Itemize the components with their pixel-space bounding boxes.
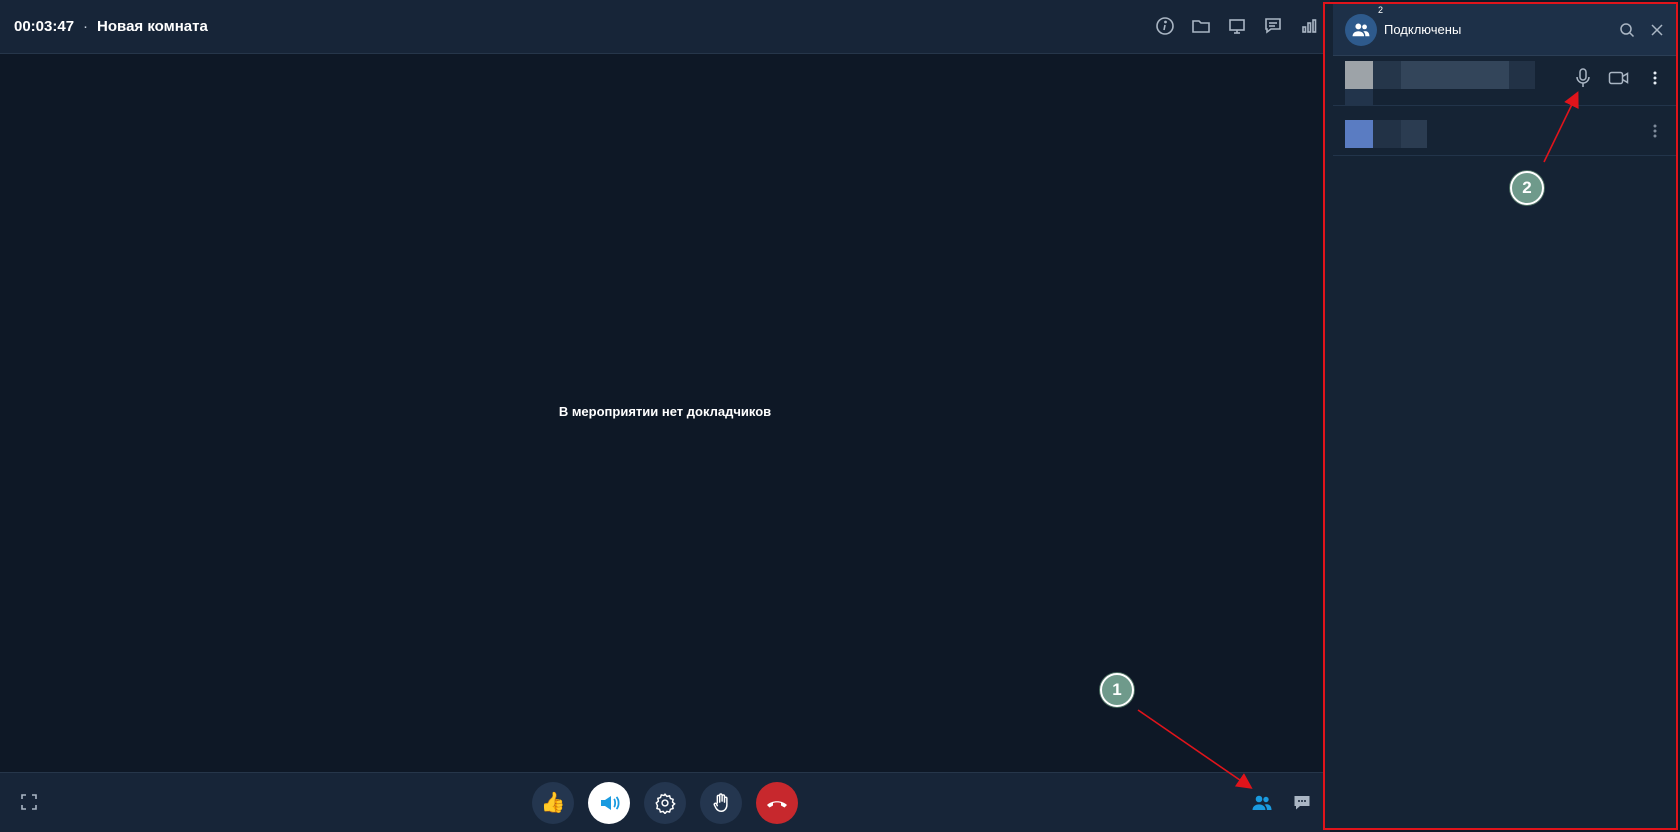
participants-icon[interactable]: 2 bbox=[1345, 5, 1383, 46]
panel-header-actions bbox=[1618, 21, 1666, 39]
room-name: Новая комната bbox=[97, 18, 208, 35]
bottom-bar: 👍 bbox=[0, 772, 1330, 832]
participant-row[interactable] bbox=[1333, 107, 1676, 156]
speaker-icon bbox=[601, 796, 620, 810]
redaction-block bbox=[1345, 89, 1373, 105]
like-button[interactable]: 👍 bbox=[532, 782, 574, 824]
callout-marker-2: 2 bbox=[1510, 171, 1544, 205]
hangup-button[interactable] bbox=[756, 782, 798, 824]
settings-button[interactable] bbox=[644, 782, 686, 824]
folder-icon[interactable] bbox=[1190, 15, 1212, 37]
panel-title: Подключены bbox=[1384, 22, 1462, 37]
participant-avatar bbox=[1345, 61, 1373, 89]
redaction-block bbox=[1509, 61, 1535, 89]
raise-hand-button[interactable] bbox=[700, 782, 742, 824]
screen-share-icon[interactable] bbox=[1226, 15, 1248, 37]
top-toolbar bbox=[1154, 15, 1320, 37]
raise-hand-icon bbox=[713, 793, 728, 812]
call-controls: 👍 bbox=[532, 782, 798, 824]
info-icon[interactable] bbox=[1154, 15, 1176, 37]
more-options-icon[interactable] bbox=[1644, 120, 1666, 142]
chat-toggle-icon[interactable] bbox=[1292, 793, 1312, 813]
redaction-block bbox=[1401, 120, 1427, 148]
participant-name-redacted bbox=[1373, 61, 1401, 89]
participant-count-badge: 2 bbox=[1377, 4, 1383, 15]
participant-actions bbox=[1572, 67, 1666, 89]
participant-row[interactable] bbox=[1333, 57, 1676, 106]
redaction-block bbox=[1401, 61, 1509, 89]
settings-icon bbox=[655, 793, 676, 814]
fullscreen-icon[interactable] bbox=[20, 793, 38, 811]
participant-name-redacted bbox=[1373, 120, 1401, 148]
more-options-icon[interactable] bbox=[1644, 67, 1666, 89]
microphone-icon[interactable] bbox=[1572, 67, 1594, 89]
participants-panel-header: 2 Подключены bbox=[1333, 4, 1676, 56]
stats-icon[interactable] bbox=[1298, 15, 1320, 37]
participant-avatar bbox=[1345, 120, 1373, 148]
panel-toggles bbox=[1252, 793, 1312, 813]
like-icon: 👍 bbox=[540, 792, 566, 814]
close-icon[interactable] bbox=[1648, 21, 1666, 39]
camera-icon[interactable] bbox=[1608, 67, 1630, 89]
callout-marker-1: 1 bbox=[1100, 673, 1134, 707]
main-stage-area: 00:03:47 · Новая комната В мероприятии н… bbox=[0, 0, 1330, 832]
no-speakers-message: В мероприятии нет докладчиков bbox=[558, 404, 772, 419]
chat-icon[interactable] bbox=[1262, 15, 1284, 37]
call-timer: 00:03:47 bbox=[14, 18, 75, 35]
title-separator: · bbox=[83, 18, 89, 35]
participant-actions bbox=[1644, 120, 1666, 142]
participants-toggle-icon[interactable] bbox=[1252, 793, 1272, 813]
hangup-icon bbox=[767, 801, 787, 808]
top-bar: 00:03:47 · Новая комната bbox=[0, 0, 1330, 54]
app-window: 00:03:47 · Новая комната В мероприятии н… bbox=[0, 0, 1680, 832]
speaker-button[interactable] bbox=[588, 782, 630, 824]
search-icon[interactable] bbox=[1618, 21, 1636, 39]
participants-panel: 2 Подключены bbox=[1323, 2, 1678, 830]
